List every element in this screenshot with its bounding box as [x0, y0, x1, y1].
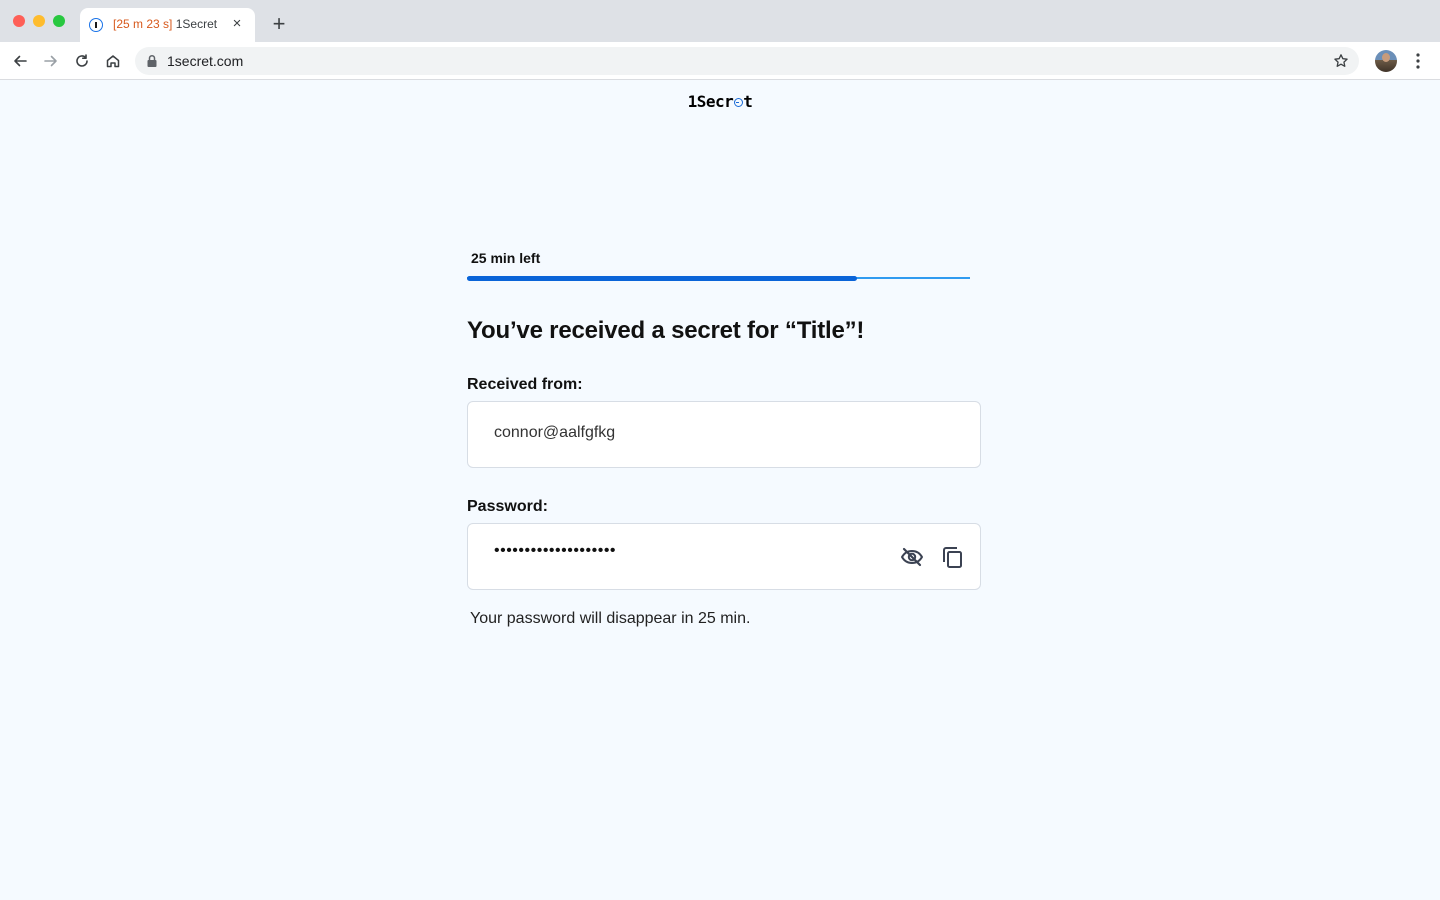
tab-timer: [25 m 23 s] [113, 17, 173, 31]
received-from-label: Received from: [467, 376, 583, 393]
tab-title-text: 1Secret [175, 17, 218, 31]
address-bar[interactable]: 1secret.com [135, 47, 1359, 75]
time-left-label: 25 min left [471, 250, 541, 266]
arrow-right-icon [44, 55, 57, 67]
eye-off-icon [901, 547, 923, 567]
window-zoom-button[interactable] [53, 15, 65, 27]
new-tab-button[interactable]: + [268, 13, 290, 35]
browser-toolbar: 1secret.com [0, 42, 1440, 80]
tab-title: [25 m 23 s] 1Secret [113, 17, 217, 31]
browser-tab-bar: [25 m 23 s] 1Secret × + [0, 0, 1440, 42]
kebab-menu-icon[interactable] [1410, 50, 1426, 72]
back-button[interactable] [9, 50, 31, 72]
password-label: Password: [467, 498, 548, 515]
profile-avatar[interactable] [1375, 50, 1397, 72]
expiry-note: Your password will disappear in 25 min. [470, 610, 751, 627]
browser-tab-1secret[interactable]: [25 m 23 s] 1Secret × [80, 8, 255, 42]
toggle-visibility-button[interactable] [899, 544, 925, 570]
page-title: You’ve received a secret for “Title”! [467, 317, 865, 344]
window-close-button[interactable] [13, 15, 25, 27]
logo-key-icon [733, 98, 743, 107]
arrow-left-icon [14, 55, 27, 67]
url-text: 1secret.com [167, 53, 244, 69]
reload-icon [76, 54, 88, 67]
received-from-value: connor@aalfgfkg [494, 424, 616, 441]
lock-icon [147, 54, 157, 67]
copy-icon [943, 547, 962, 568]
password-field[interactable]: •••••••••••••••••••• [467, 523, 981, 590]
onepassword-favicon-icon [89, 18, 103, 32]
reload-button[interactable] [71, 50, 93, 72]
expiry-progress-bar [467, 276, 970, 281]
logo-text-suffix: t [743, 92, 753, 111]
star-icon[interactable] [1333, 53, 1349, 69]
expiry-progress-fill [467, 276, 857, 281]
window-minimize-button[interactable] [33, 15, 45, 27]
logo-text-prefix: 1Secr [687, 92, 734, 111]
site-logo[interactable]: 1Secr t [0, 92, 1440, 111]
forward-button[interactable] [40, 50, 62, 72]
home-icon [106, 55, 120, 68]
password-masked-value: •••••••••••••••••••• [494, 542, 617, 559]
copy-password-button[interactable] [940, 544, 966, 570]
home-button[interactable] [102, 50, 124, 72]
received-from-field[interactable]: connor@aalfgfkg [467, 401, 981, 468]
tab-close-icon[interactable]: × [229, 16, 245, 32]
